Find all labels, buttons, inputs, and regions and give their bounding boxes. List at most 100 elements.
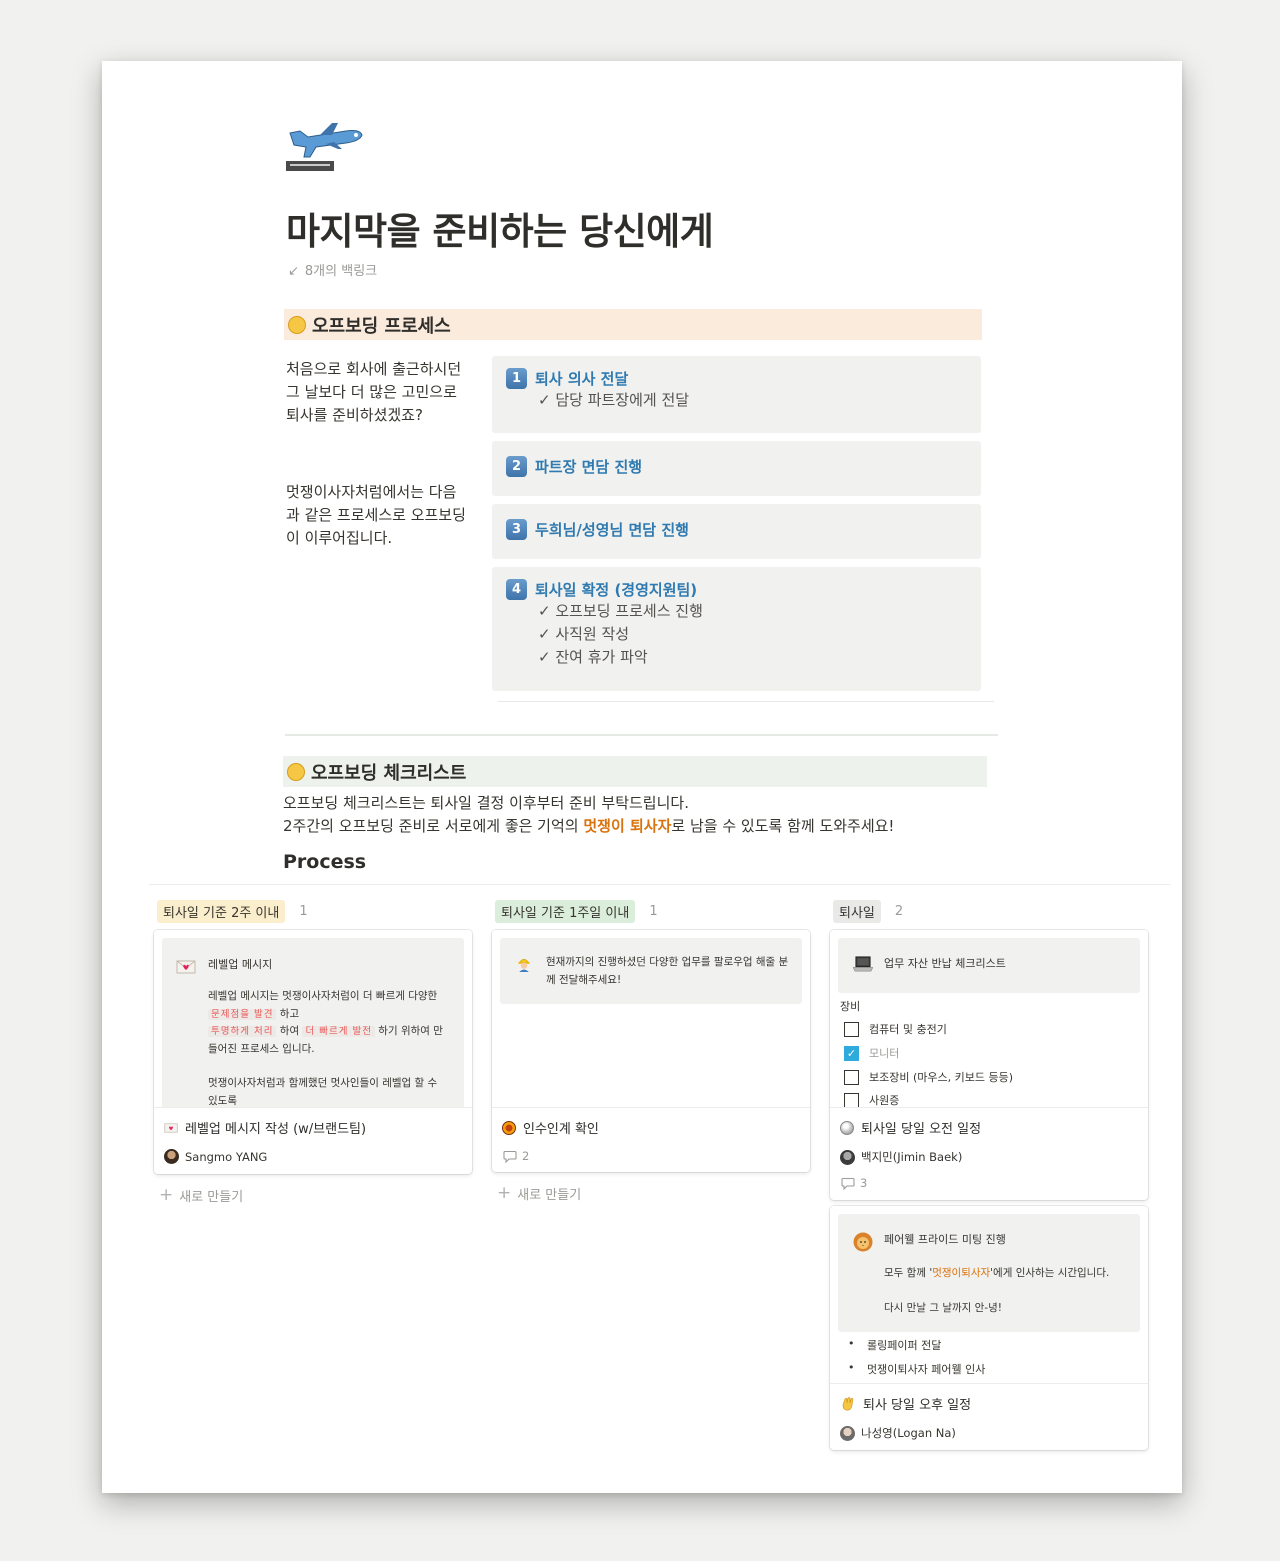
new-card-button[interactable]: + 새로 만들기 <box>159 1185 243 1205</box>
text: 하고 <box>276 1007 300 1020</box>
callout-text: 현재까지의 진행하셨던 다양한 업무를 팔로우업 해줄 분께 전달해주세요! <box>546 956 789 986</box>
card-title: 인수인계 확인 <box>502 1118 599 1137</box>
card-title-text: 레벨업 메시지 작성 (w/브랜드팀) <box>185 1122 367 1137</box>
inline-code: 투명하게 처리 <box>208 1026 277 1037</box>
lion-face-icon <box>853 1232 873 1252</box>
inline-code: 더 빠르게 발전 <box>302 1026 375 1037</box>
section-label: 장비 <box>840 1000 861 1013</box>
callout-block: 현재까지의 진행하셨던 다양한 업무를 팔로우업 해줄 분께 전달해주세요! <box>500 938 802 1004</box>
callout-text: 모두 함께 '멋쟁이퇴사자'에게 인사하는 시간입니다. <box>884 1265 1120 1283</box>
card-assignee: Sangmo YANG <box>164 1149 267 1164</box>
card-preview: 업무 자산 반납 체크리스트 장비 컴퓨터 및 충전기 ✓ 모니터 보조장비 (마… <box>830 930 1148 1108</box>
airplane-departure-icon[interactable] <box>286 117 366 173</box>
process-step-4: 4 퇴사일 확정 (경영지원팀) ✓ 오프보딩 프로세스 진행 ✓ 사직원 작성 … <box>492 567 981 691</box>
bullet-item: 롤링페이퍼 전달 <box>848 1337 942 1353</box>
construction-worker-icon <box>518 958 530 972</box>
button-label: 새로 만들기 <box>517 1187 582 1203</box>
todo-item[interactable]: 컴퓨터 및 충전기 <box>844 1021 947 1037</box>
intro-paragraph-2: 멋쟁이사자처럼에서는 다음과 같은 프로세스로 오프보딩이 이루어집니다. <box>286 483 466 547</box>
backlinks-link[interactable]: ↙ 8개의 백링크 <box>288 260 377 279</box>
person-name: 백지민(Jimin Baek) <box>861 1150 963 1164</box>
divider <box>285 734 998 736</box>
checklist-description-1: 오프보딩 체크리스트는 퇴사일 결정 이후부터 준비 부탁드립니다. <box>283 794 689 812</box>
todo-item[interactable]: 사원증 <box>844 1092 899 1107</box>
board-title: Process <box>283 851 367 873</box>
step-item: ✓ 사직원 작성 <box>538 625 630 643</box>
todo-label: 모니터 <box>869 1047 900 1060</box>
text: '에게 인사하는 시간입니다. <box>990 1267 1110 1279</box>
notion-page: 마지막을 준비하는 당신에게 ↙ 8개의 백링크 오프보딩 프로세스 처음으로 회… <box>102 61 1182 1493</box>
bullet-text: 멋쟁이퇴사자 페어웰 인사 <box>867 1363 986 1376</box>
column-count: 2 <box>894 904 904 919</box>
offboarding-process-heading: 오프보딩 프로세스 <box>284 309 982 340</box>
text: 2주간의 오프보딩 준비로 서로에게 좋은 기억의 <box>283 817 584 835</box>
board-card[interactable]: 페어웰 프라이드 미팅 진행 모두 함께 '멋쟁이퇴사자'에게 인사하는 시간입… <box>830 1206 1148 1450</box>
step-item: ✓ 잔여 휴가 파악 <box>538 648 648 666</box>
board-column-header[interactable]: 퇴사일 기준 2주 이내 1 <box>157 900 308 923</box>
cookie-icon <box>502 1120 516 1135</box>
love-letter-icon <box>176 960 196 974</box>
offboarding-checklist-heading: 오프보딩 체크리스트 <box>283 756 987 787</box>
process-step-2: 2 파트장 면담 진행 <box>492 441 981 496</box>
text: 레벨업 메시지는 멋쟁이사자처럼이 더 빠르게 다양한 <box>208 990 438 1002</box>
text: 로 남을 수 있도록 함께 도와주세요! <box>671 817 895 835</box>
board-column-header[interactable]: 퇴사일 기준 1주일 이내 1 <box>495 900 658 923</box>
card-preview: 레벨업 메시지 레벨업 메시지는 멋쟁이사자처럼이 더 빠르게 다양한 문제점을… <box>154 930 472 1108</box>
column-count: 1 <box>299 904 308 919</box>
step-title: 두희님/성영님 면담 진행 <box>535 521 689 539</box>
divider <box>498 701 994 702</box>
callout-title: 업무 자산 반납 체크리스트 <box>884 957 1006 970</box>
divider <box>149 884 1170 885</box>
board-card[interactable]: 업무 자산 반납 체크리스트 장비 컴퓨터 및 충전기 ✓ 모니터 보조장비 (마… <box>830 930 1148 1200</box>
inline-code: 문제점을 발견 <box>208 1008 277 1020</box>
checklist-description-2: 2주간의 오프보딩 준비로 서로에게 좋은 기억의 멋쟁이 퇴사자로 남을 수 … <box>283 815 894 838</box>
page-title: 마지막을 준비하는 당신에게 <box>286 210 714 253</box>
new-card-button[interactable]: + 새로 만들기 <box>497 1183 581 1203</box>
keycap-3-icon: 3 <box>506 519 527 540</box>
board-card[interactable]: 레벨업 메시지 레벨업 메시지는 멋쟁이사자처럼이 더 빠르게 다양한 문제점을… <box>154 930 472 1174</box>
board-card[interactable]: 현재까지의 진행하셨던 다양한 업무를 팔로우업 해줄 분께 전달해주세요! 인… <box>492 930 810 1172</box>
callout-block: 업무 자산 반납 체크리스트 <box>838 938 1140 993</box>
comment-count-text: 2 <box>522 1149 530 1163</box>
checkbox[interactable] <box>844 1021 859 1037</box>
column-tag: 퇴사일 기준 2주 이내 <box>157 900 286 923</box>
checkbox[interactable] <box>844 1092 859 1107</box>
callout-title: 페어웰 프라이드 미팅 진행 <box>884 1233 1006 1246</box>
callout-text: 멋쟁이사자처럼과 함께했던 멋사인들이 레벨업 할 수 있도록 <box>208 1077 438 1107</box>
board-column-header[interactable]: 퇴사일 2 <box>833 900 903 923</box>
disappointed-face-icon <box>288 315 306 334</box>
column-count: 1 <box>649 904 658 919</box>
checkbox-checked[interactable]: ✓ <box>844 1045 859 1061</box>
card-assignee: 나성영(Logan Na) <box>840 1425 956 1441</box>
backlink-arrow-icon: ↙ <box>288 264 299 279</box>
card-preview: 페어웰 프라이드 미팅 진행 모두 함께 '멋쟁이퇴사자'에게 인사하는 시간입… <box>830 1206 1148 1384</box>
step-title: 퇴사일 확정 (경영지원팀) <box>535 581 698 599</box>
person-name: Sangmo YANG <box>185 1149 268 1164</box>
comment-icon <box>503 1150 517 1163</box>
card-title-text: 인수인계 확인 <box>523 1122 599 1137</box>
todo-label: 컴퓨터 및 충전기 <box>869 1023 947 1036</box>
plus-icon: + <box>159 1185 174 1205</box>
callout-block: 레벨업 메시지 레벨업 메시지는 멋쟁이사자처럼이 더 빠르게 다양한 문제점을… <box>162 938 464 1107</box>
comment-count: 3 <box>841 1176 867 1190</box>
card-title-text: 퇴사일 당일 오전 일정 <box>861 1122 982 1137</box>
highlight-text: 멋쟁이퇴사자 <box>932 1267 991 1279</box>
todo-item[interactable]: ✓ 모니터 <box>844 1045 899 1061</box>
todo-item[interactable]: 보조장비 (마우스, 키보드 등등) <box>844 1069 1013 1085</box>
step-title: 파트장 면담 진행 <box>535 458 643 476</box>
button-label: 새로 만들기 <box>179 1189 244 1205</box>
card-title-text: 퇴사 당일 오후 일정 <box>863 1398 972 1413</box>
bullet-item: 멋쟁이퇴사자 페어웰 인사 <box>848 1361 986 1377</box>
keycap-4-icon: 4 <box>506 579 527 600</box>
checkbox[interactable] <box>844 1069 859 1085</box>
heading-text: 오프보딩 체크리스트 <box>311 762 467 784</box>
callout-block: 페어웰 프라이드 미팅 진행 모두 함께 '멋쟁이퇴사자'에게 인사하는 시간입… <box>838 1214 1140 1332</box>
laptop-icon <box>852 956 874 972</box>
process-step-3: 3 두희님/성영님 면담 진행 <box>492 504 981 559</box>
step-item: ✓ 오프보딩 프로세스 진행 <box>538 602 703 620</box>
card-title: 퇴사일 당일 오전 일정 <box>840 1118 981 1137</box>
heading-text: 오프보딩 프로세스 <box>312 315 451 337</box>
bullet-text: 롤링페이퍼 전달 <box>867 1339 942 1352</box>
column-tag: 퇴사일 <box>833 900 881 923</box>
card-title: 퇴사 당일 오후 일정 <box>840 1394 971 1413</box>
